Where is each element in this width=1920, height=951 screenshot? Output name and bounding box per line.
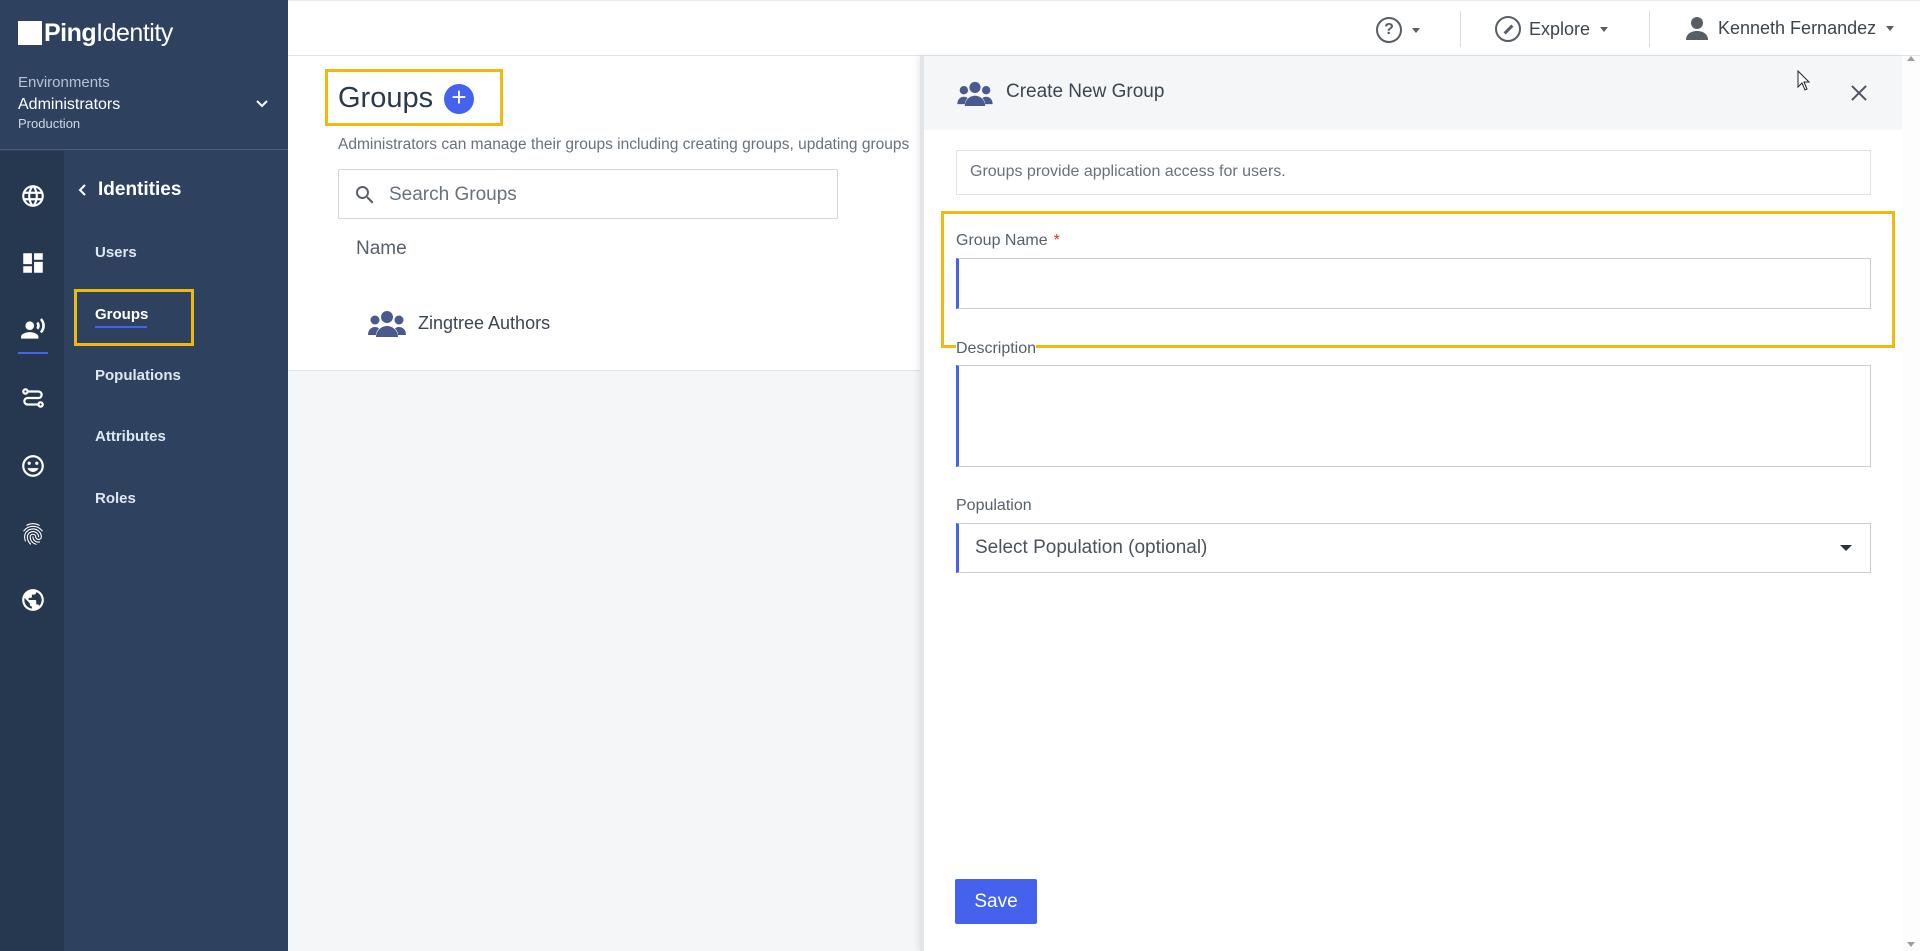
sidebar: Ping Identity Environments Administrators… xyxy=(0,0,288,951)
caret-down-icon xyxy=(1600,26,1609,32)
fingerprint-icon[interactable] xyxy=(18,519,48,549)
experiences-icon[interactable] xyxy=(18,451,48,481)
help-icon: ? xyxy=(1376,17,1402,43)
logo-mark xyxy=(18,21,42,45)
explore-label: Explore xyxy=(1529,18,1591,39)
mouse-cursor-icon xyxy=(1797,70,1811,91)
info-text: Groups provide application access for us… xyxy=(970,163,1286,180)
ping-identity-logo[interactable]: Ping Identity xyxy=(18,18,173,48)
user-icon xyxy=(1686,16,1708,40)
sidebar-item-roles[interactable]: Roles xyxy=(95,490,136,507)
info-message: Groups provide application access for us… xyxy=(956,150,1871,195)
environment-label: Environments xyxy=(18,74,110,91)
sidebar-item-users[interactable]: Users xyxy=(95,244,137,261)
help-menu[interactable]: ? xyxy=(1376,17,1420,43)
environment-name: Administrators xyxy=(18,96,121,113)
create-group-panel: Create New Group Groups provide applicat… xyxy=(920,56,1902,951)
chevron-down-icon[interactable] xyxy=(254,96,270,112)
panel-title: Create New Group xyxy=(1006,81,1165,102)
group-name-field[interactable] xyxy=(956,258,1871,309)
caret-down-icon xyxy=(1886,25,1895,31)
close-icon[interactable] xyxy=(1849,83,1869,103)
group-icon xyxy=(368,311,406,337)
environment-type: Production xyxy=(18,116,81,131)
group-name-label-text: Group Name xyxy=(956,232,1048,249)
sidebar-item-populations[interactable]: Populations xyxy=(95,367,181,384)
caret-down-icon xyxy=(1840,545,1852,551)
explore-menu[interactable]: Explore xyxy=(1495,16,1609,42)
header-divider xyxy=(1460,11,1461,47)
chevron-left-icon xyxy=(78,184,86,196)
logo-ping-text: Ping xyxy=(44,18,97,47)
table-row[interactable]: Zingtree Authors xyxy=(368,309,550,337)
sidebar-item-attributes[interactable]: Attributes xyxy=(95,428,166,445)
header-divider xyxy=(1649,11,1650,47)
subnav-back[interactable]: Identities xyxy=(76,178,181,202)
environment-selector[interactable]: Environments Administrators Production xyxy=(0,70,288,150)
save-button[interactable]: Save xyxy=(955,879,1037,924)
main-content: Groups + Administrators can manage their… xyxy=(288,56,928,951)
required-marker: * xyxy=(1053,232,1060,249)
groups-card: Groups + Administrators can manage their… xyxy=(288,56,928,371)
panel-header: Create New Group xyxy=(924,56,1902,130)
page-description: Administrators can manage their groups i… xyxy=(338,136,910,153)
icon-rail xyxy=(0,151,64,951)
group-icon xyxy=(957,81,993,106)
population-select[interactable]: Select Population (optional) xyxy=(956,523,1871,573)
subnav-title: Identities xyxy=(98,179,182,200)
dashboard-icon[interactable] xyxy=(18,248,48,278)
population-label: Population xyxy=(956,497,1032,514)
logo-identity-text: Identity xyxy=(96,18,173,47)
search-icon xyxy=(356,186,374,204)
compass-icon xyxy=(1495,16,1521,42)
globe-icon[interactable] xyxy=(18,181,48,211)
description-label: Description xyxy=(956,340,1037,358)
identities-icon[interactable] xyxy=(18,315,48,345)
group-name-label: Group Name * xyxy=(956,232,1060,250)
group-name: Zingtree Authors xyxy=(418,312,551,333)
population-placeholder: Select Population (optional) xyxy=(975,537,1208,558)
column-header-name: Name xyxy=(356,238,407,259)
search-input[interactable]: Search Groups xyxy=(338,169,838,219)
top-header: ? Explore Kenneth Fernandez xyxy=(288,0,1920,56)
description-field[interactable] xyxy=(956,365,1871,467)
connections-icon[interactable] xyxy=(18,383,48,413)
user-name: Kenneth Fernandez xyxy=(1718,17,1877,38)
search-placeholder: Search Groups xyxy=(389,184,517,205)
highlight-box-title xyxy=(325,69,503,126)
scrollbar[interactable] xyxy=(1902,56,1920,951)
user-menu[interactable]: Kenneth Fernandez xyxy=(1686,16,1895,40)
active-indicator xyxy=(18,352,48,354)
scroll-down-arrow-icon[interactable] xyxy=(1907,942,1915,947)
highlight-box-groups xyxy=(74,289,194,346)
world-icon[interactable] xyxy=(18,585,48,615)
caret-down-icon xyxy=(1412,27,1420,33)
scroll-up-arrow-icon[interactable] xyxy=(1907,56,1915,61)
